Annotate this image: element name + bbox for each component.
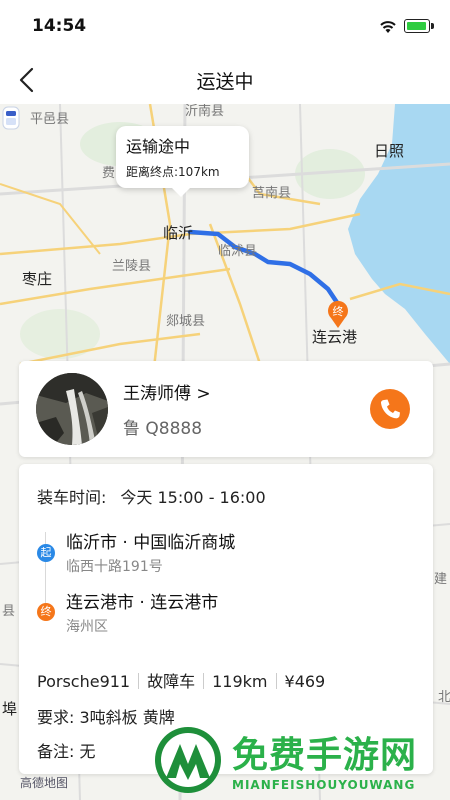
distance-to-destination: 距离终点:107km bbox=[126, 165, 220, 179]
price: ¥469 bbox=[284, 672, 326, 691]
watermark-subtext: MIANFEISHOUYOUWANG bbox=[232, 778, 416, 792]
wifi-icon bbox=[380, 21, 396, 33]
map-label-linyi: 临沂 bbox=[163, 224, 194, 242]
transit-status: 运输途中 bbox=[126, 137, 191, 156]
vehicle-info-row: Porsche911 故障车 119km ¥469 bbox=[37, 668, 325, 692]
start-badge: 起 bbox=[37, 544, 55, 562]
map-attribution: 高德地图 bbox=[20, 776, 69, 790]
end-location: 连云港市 · 连云港市 bbox=[66, 593, 219, 613]
end-address: 海州区 bbox=[66, 619, 108, 635]
avatar bbox=[36, 373, 108, 445]
end-badge: 终 bbox=[37, 603, 55, 621]
map-label-lianyungang: 连云港 bbox=[312, 328, 358, 346]
map-label-fei: 费 bbox=[102, 166, 116, 181]
map-label-pingyi: 平邑县 bbox=[30, 112, 70, 127]
truck-icon bbox=[2, 106, 20, 130]
start-location: 临沂市 · 中国临沂商城 bbox=[66, 533, 236, 553]
load-time-label: 装车时间: bbox=[37, 488, 107, 507]
nav-bar: 运送中 bbox=[0, 56, 450, 104]
map-label-edge-right-2: 北 bbox=[438, 690, 450, 705]
load-time-value: 今天 15:00 - 16:00 bbox=[120, 488, 266, 507]
map-label-lanling: 兰陵县 bbox=[112, 259, 152, 274]
phone-icon bbox=[380, 399, 400, 419]
map-label-yinan: 沂南县 bbox=[185, 104, 225, 119]
status-time: 14:54 bbox=[32, 16, 87, 36]
map-label-tancheng: 郯城县 bbox=[166, 314, 206, 329]
map-label-rizhao: 日照 bbox=[374, 142, 405, 160]
status-bar: 14:54 bbox=[0, 0, 450, 56]
driver-card[interactable]: 王涛师傅 > 鲁 Q8888 bbox=[19, 361, 433, 457]
map-label-zaozhuang: 枣庄 bbox=[22, 270, 53, 288]
load-time-row: 装车时间: 今天 15:00 - 16:00 bbox=[37, 484, 266, 508]
note: 备注: 无 bbox=[37, 742, 96, 761]
page-title: 运送中 bbox=[196, 71, 254, 93]
map-label-linshu: 临沭县 bbox=[218, 244, 258, 259]
battery-icon bbox=[404, 19, 434, 33]
divider bbox=[275, 673, 277, 689]
car-model: Porsche911 bbox=[37, 672, 131, 691]
divider bbox=[138, 673, 140, 689]
divider bbox=[203, 673, 205, 689]
map-label-junan: 莒南县 bbox=[252, 186, 292, 201]
trip-distance: 119km bbox=[212, 672, 268, 691]
start-address: 临西十路191号 bbox=[66, 559, 163, 575]
watermark-logo-icon bbox=[155, 727, 221, 793]
license-plate: 鲁 Q8888 bbox=[123, 419, 203, 439]
map-label-edge-left-2: 埠 bbox=[2, 700, 18, 718]
car-status: 故障车 bbox=[147, 672, 196, 691]
end-pin-icon: 终 bbox=[326, 299, 350, 329]
map-label-edge-right-1: 建 bbox=[434, 572, 448, 587]
transit-info-bubble: 运输途中 距离终点:107km bbox=[116, 126, 249, 197]
driver-name[interactable]: 王涛师傅 > bbox=[123, 379, 211, 404]
end-pin-label: 终 bbox=[333, 304, 344, 318]
watermark-text: 免费手游网 bbox=[232, 735, 418, 776]
map-label-edge-left-1: 县 bbox=[2, 604, 16, 619]
call-button[interactable] bbox=[370, 389, 410, 429]
